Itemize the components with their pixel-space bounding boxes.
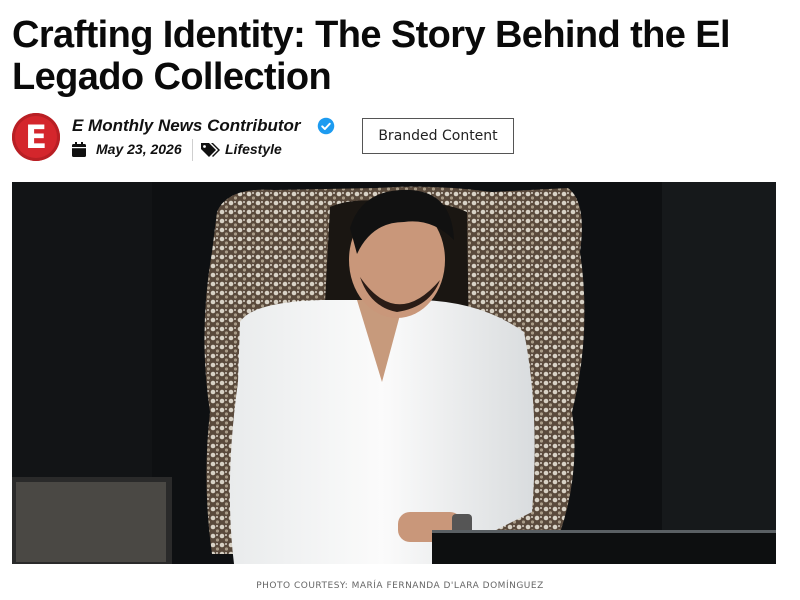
verified-check-icon xyxy=(317,117,335,135)
hero-photo-image xyxy=(12,182,776,564)
branded-content-badge: Branded Content xyxy=(362,118,514,154)
article-title: Crafting Identity: The Story Behind the … xyxy=(12,14,731,98)
calendar-icon xyxy=(72,142,86,157)
tags-icon xyxy=(201,143,220,157)
publish-date: May 23, 2026 xyxy=(96,141,182,157)
author-name[interactable]: E Monthly News Contributor xyxy=(72,116,301,136)
byline: E E Monthly News Contributor May 23, 202… xyxy=(12,112,788,162)
publisher-logo[interactable]: E xyxy=(12,113,60,161)
hero-photo xyxy=(12,182,776,564)
category-link[interactable]: Lifestyle xyxy=(225,141,282,157)
photo-credit: PHOTO COURTESY: MARÍA FERNANDA D'LARA DO… xyxy=(256,581,544,591)
logo-letter: E xyxy=(25,118,47,156)
meta-divider xyxy=(192,139,193,161)
